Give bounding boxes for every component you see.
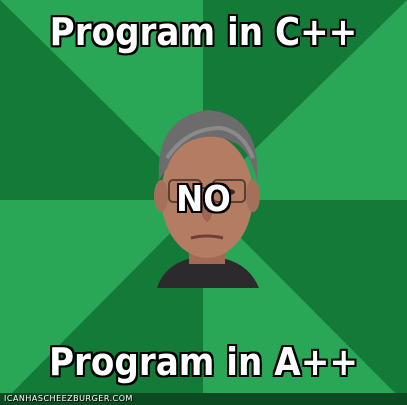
meme-image: Program in C++ NO Program in A++ ICANHAS… <box>0 0 407 405</box>
top-caption: Program in C++ <box>49 10 358 54</box>
middle-caption: NO <box>176 179 231 220</box>
bottom-caption: Program in A++ <box>48 340 359 384</box>
site-watermark: ICANHASCHEEZBURGER.COM <box>4 394 133 403</box>
